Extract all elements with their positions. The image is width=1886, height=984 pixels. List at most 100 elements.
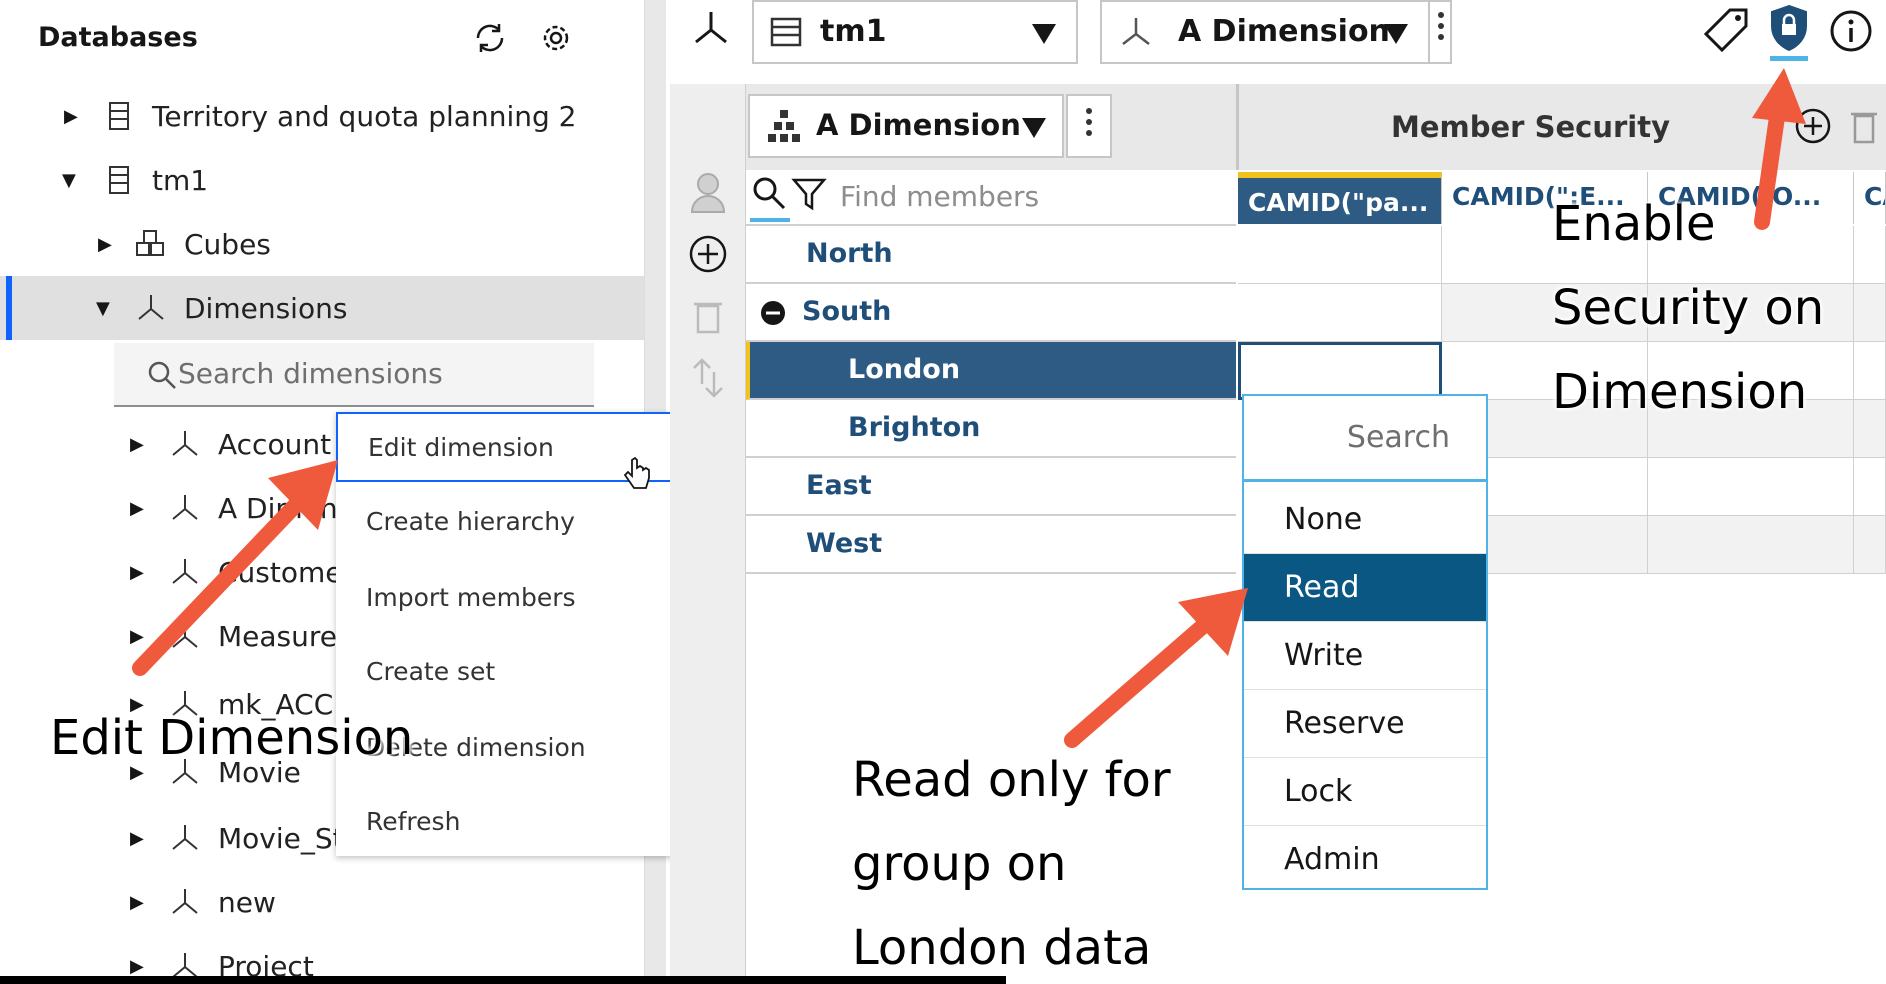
row-dimension-value: A Dimension <box>816 108 1021 142</box>
option-none[interactable]: None <box>1244 486 1486 554</box>
gear-icon[interactable] <box>536 18 576 58</box>
grid-cell[interactable] <box>1854 400 1886 458</box>
bottom-edge <box>0 976 1006 984</box>
permission-listbox: Search None Read Write Reserve Lock Admi… <box>1242 394 1488 890</box>
side-toolbar <box>670 84 746 984</box>
chevron-right-icon[interactable]: ▶ <box>130 626 144 647</box>
tree-item-label: tm1 <box>152 163 209 197</box>
tree-item-tm1[interactable]: ▼ tm1 <box>0 148 644 212</box>
search-icon <box>753 177 786 210</box>
chevron-right-icon[interactable]: ▶ <box>98 234 112 255</box>
search-dimensions-input[interactable]: Search dimensions <box>114 343 594 407</box>
option-label: None <box>1284 502 1363 537</box>
tree-item-label: Measure <box>218 619 337 653</box>
tree-item-label: Territory and quota planning 2 <box>152 99 577 133</box>
column-header-4[interactable]: CA <box>1854 172 1886 224</box>
menu-item-edit-dimension[interactable]: Edit dimension <box>336 412 710 482</box>
user-icon[interactable] <box>688 170 728 214</box>
info-icon[interactable] <box>1828 8 1874 54</box>
database-dropdown[interactable]: tm1 <box>752 0 1078 64</box>
chevron-down-icon[interactable]: ▼ <box>96 298 110 319</box>
row-dimension-options[interactable] <box>1066 94 1112 158</box>
option-admin[interactable]: Admin <box>1244 826 1486 894</box>
annotation-enable-security-line-2: Security on <box>1552 280 1825 336</box>
chevron-down-icon[interactable]: ▼ <box>62 170 76 191</box>
add-icon[interactable] <box>688 234 728 274</box>
hierarchy-icon <box>768 110 800 142</box>
kebab-menu-icon[interactable] <box>1438 12 1444 45</box>
cubes-icon <box>136 230 164 256</box>
hand-cursor-icon <box>623 456 650 489</box>
grid-cell[interactable] <box>1854 284 1886 342</box>
annotation-enable-security-line-1: Enable <box>1552 196 1716 252</box>
trash-icon[interactable] <box>690 296 726 336</box>
chevron-right-icon[interactable]: ▶ <box>130 562 144 583</box>
option-label: Write <box>1284 638 1364 673</box>
dimension-icon <box>695 12 727 44</box>
grid-cell[interactable] <box>1488 516 1648 574</box>
member-row-north[interactable]: North <box>746 226 1236 284</box>
menu-item-label: Create hierarchy <box>366 506 575 536</box>
tree-item-label: Dimensions <box>184 291 348 325</box>
grid-cell[interactable] <box>1854 458 1886 516</box>
grid-cell[interactable] <box>1648 458 1854 516</box>
database-icon <box>770 17 802 47</box>
member-row-east[interactable]: East <box>746 458 1236 516</box>
option-lock[interactable]: Lock <box>1244 758 1486 826</box>
tree-item-cubes[interactable]: ▶ Cubes <box>0 212 644 276</box>
move-icon[interactable] <box>690 356 726 400</box>
grid-cell[interactable] <box>1854 226 1886 284</box>
row-dimension-dropdown[interactable]: A Dimension <box>748 94 1064 158</box>
menu-item-import-members[interactable]: Import members <box>336 562 710 632</box>
add-column-icon[interactable] <box>1793 106 1833 146</box>
grid-cell[interactable] <box>1854 516 1886 574</box>
chevron-right-icon[interactable]: ▶ <box>130 828 144 849</box>
refresh-icon[interactable] <box>470 18 510 58</box>
member-row-west[interactable]: West <box>746 516 1236 574</box>
trash-icon[interactable] <box>1847 106 1881 146</box>
option-read[interactable]: Read <box>1244 554 1486 622</box>
kebab-menu-icon[interactable] <box>1086 108 1092 141</box>
member-row-south[interactable]: South <box>746 284 1236 342</box>
column-header-1[interactable]: CAMID("pa... <box>1238 172 1442 224</box>
dimension-icon <box>172 825 198 850</box>
dimension-dropdown[interactable]: A Dimension <box>1100 0 1452 64</box>
find-members-placeholder: Find members <box>840 180 1040 213</box>
collapse-icon[interactable] <box>760 300 786 326</box>
member-row-brighton[interactable]: Brighton <box>746 400 1236 458</box>
dimension-dropdown-value: A Dimension <box>1178 14 1390 49</box>
option-write[interactable]: Write <box>1244 622 1486 690</box>
chevron-right-icon[interactable]: ▶ <box>64 106 78 127</box>
grid-cell[interactable] <box>1238 284 1442 342</box>
security-shield-icon[interactable] <box>1764 2 1814 64</box>
member-label: East <box>806 470 872 501</box>
chevron-right-icon[interactable]: ▶ <box>130 498 144 519</box>
chevron-right-icon[interactable]: ▶ <box>130 434 144 455</box>
grid-cell[interactable] <box>1854 342 1886 400</box>
grid-cell[interactable] <box>1238 226 1442 284</box>
member-row-london[interactable]: London <box>746 342 1236 400</box>
find-members-input[interactable]: Find members <box>746 170 1236 226</box>
tree-item-dimensions[interactable]: ▼ Dimensions <box>0 276 644 340</box>
annotation-edit-dimension: Edit Dimension <box>50 710 414 766</box>
annotation-read-only-line-2: group on <box>852 836 1067 892</box>
search-icon <box>148 361 176 389</box>
tree-item-territory[interactable]: ▶ Territory and quota planning 2 <box>0 84 644 148</box>
tag-icon[interactable] <box>1700 4 1754 58</box>
grid-cell-active[interactable] <box>1238 342 1442 400</box>
tree-item-new[interactable]: ▶ new <box>0 870 644 934</box>
permission-search-input[interactable]: Search <box>1244 396 1486 482</box>
option-reserve[interactable]: Reserve <box>1244 690 1486 758</box>
column-header-label: CAMID("pa... <box>1248 188 1429 217</box>
menu-item-create-hierarchy[interactable]: Create hierarchy <box>336 486 710 556</box>
tree-item-label: Customer <box>218 555 355 589</box>
grid-cell[interactable] <box>1648 516 1854 574</box>
chevron-right-icon[interactable]: ▶ <box>130 956 144 977</box>
menu-item-refresh[interactable]: Refresh <box>336 786 710 856</box>
filter-icon[interactable] <box>790 174 830 214</box>
member-label: North <box>806 238 893 269</box>
chevron-right-icon[interactable]: ▶ <box>130 892 144 913</box>
menu-item-label: Refresh <box>366 806 461 836</box>
dimension-icon <box>138 295 164 320</box>
grid-cell[interactable] <box>1488 458 1648 516</box>
